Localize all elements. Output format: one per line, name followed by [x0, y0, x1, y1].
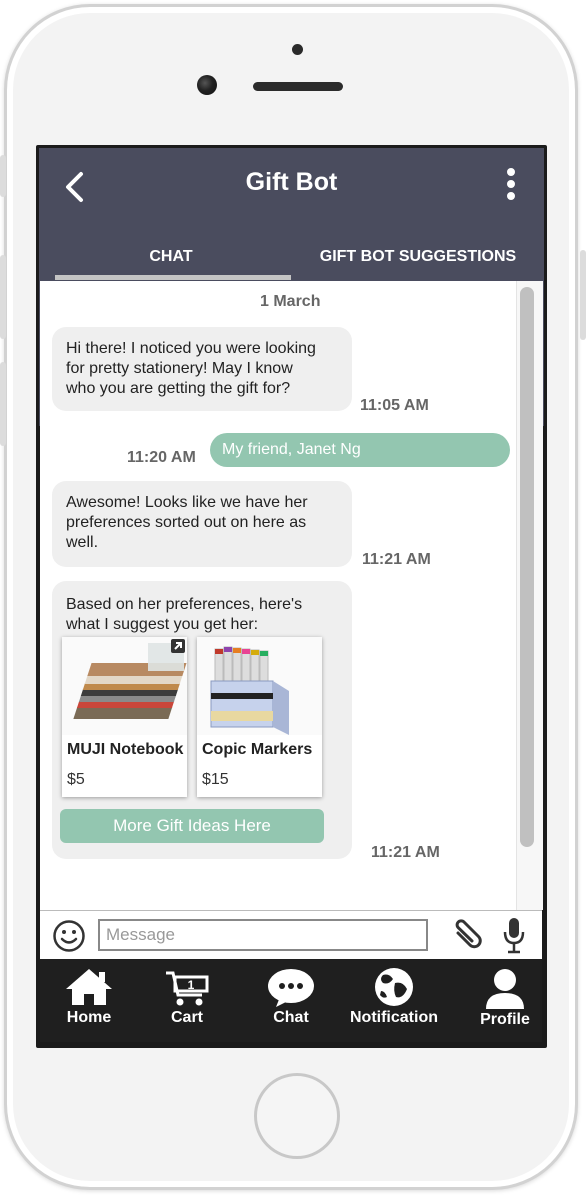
globe-icon [375, 968, 413, 1006]
cart-count-badge: 1 [188, 978, 195, 992]
nav-label: Profile [480, 1011, 530, 1028]
product-card-copic-markers[interactable]: Copic Markers $15 [197, 637, 322, 797]
nav-label: Chat [273, 1009, 309, 1026]
product-price: $5 [67, 771, 85, 788]
nav-profile[interactable]: Profile [468, 959, 542, 1042]
message-time: 11:05 AM [360, 397, 429, 414]
paperclip-icon[interactable] [450, 917, 486, 953]
product-card-muji-notebook[interactable]: MUJI Notebook $5 [62, 637, 187, 797]
more-options-icon[interactable] [506, 168, 516, 202]
date-separator: 1 March [260, 293, 321, 310]
volume-down-button [0, 362, 6, 446]
proximity-sensor [292, 44, 303, 55]
home-hardware-button[interactable] [254, 1073, 340, 1159]
more-gift-ideas-button[interactable]: More Gift Ideas Here [60, 809, 324, 843]
bot-message: Hi there! I noticed you were looking for… [52, 327, 352, 411]
product-name: Copic Markers [202, 741, 313, 758]
nav-label: Home [66, 1009, 112, 1026]
message-time: 11:21 AM [362, 551, 431, 568]
message-line: for pretty stationery! May I know [66, 360, 293, 377]
notebook-image [62, 637, 187, 735]
profile-avatar-icon [486, 969, 524, 1009]
message-input[interactable] [98, 919, 428, 951]
message-time: 11:21 AM [371, 844, 440, 861]
nav-chat[interactable]: Chat [256, 959, 326, 1042]
bottom-navigation: Home 1 Cart Chat Notification Profile [40, 959, 542, 1042]
chat-thread: 1 March Hi there! I noticed you were loo… [40, 281, 543, 910]
message-line: well. [66, 534, 99, 551]
tab-gift-bot-suggestions[interactable]: GIFT BOT SUGGESTIONS [307, 248, 529, 266]
message-line: who you are getting the gift for? [66, 380, 291, 397]
power-button [580, 250, 586, 340]
nav-home[interactable]: Home [54, 959, 124, 1042]
earpiece-speaker [253, 82, 343, 91]
page-title: Gift Bot [245, 168, 338, 196]
nav-label: Cart [170, 1009, 203, 1026]
message-line: what I suggest you get her: [66, 616, 259, 633]
mute-switch [0, 155, 6, 197]
markers-image [197, 637, 322, 735]
volume-up-button [0, 255, 6, 339]
active-tab-indicator [55, 275, 291, 280]
message-line: Hi there! I noticed you were looking [66, 340, 316, 357]
front-camera [197, 75, 217, 95]
microphone-icon[interactable] [500, 915, 528, 955]
message-line: preferences sorted out on here as [66, 514, 307, 531]
message-line: Awesome! Looks like we have her [66, 494, 308, 511]
product-name: MUJI Notebook [67, 741, 184, 758]
tab-chat[interactable]: CHAT [53, 248, 289, 266]
chat-bubble-icon [268, 969, 314, 1007]
nav-label: Notification [350, 1009, 438, 1026]
external-link-icon[interactable] [171, 639, 185, 653]
product-price: $15 [202, 771, 229, 788]
message-composer [40, 910, 542, 959]
scrollbar-thumb[interactable] [520, 287, 534, 847]
user-message: My friend, Janet Ng [210, 433, 510, 467]
shopping-cart-icon: 1 [166, 971, 209, 1006]
message-time: 11:20 AM [127, 449, 196, 466]
emoji-icon[interactable] [52, 919, 86, 953]
nav-notification[interactable]: Notification [344, 959, 444, 1042]
bot-message: Awesome! Looks like we have her preferen… [52, 481, 352, 567]
app-screen: Gift Bot CHAT GIFT BOT SUGGESTIONS 1 Mar… [36, 145, 547, 1048]
nav-cart[interactable]: 1 Cart [152, 959, 222, 1042]
message-line: Based on her preferences, here's [66, 596, 303, 613]
home-icon [66, 969, 112, 1005]
